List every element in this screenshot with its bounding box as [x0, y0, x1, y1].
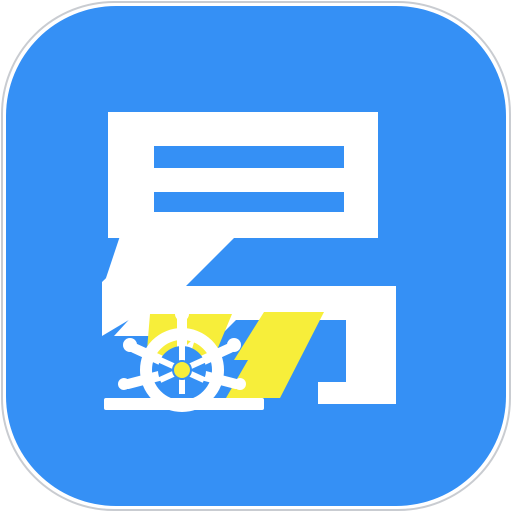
wheel-hub	[172, 360, 192, 380]
app-icon-canvas	[0, 0, 512, 512]
glyph-top-left-stroke	[108, 112, 154, 238]
app-icon[interactable]	[0, 0, 512, 512]
icon-background	[6, 6, 506, 506]
